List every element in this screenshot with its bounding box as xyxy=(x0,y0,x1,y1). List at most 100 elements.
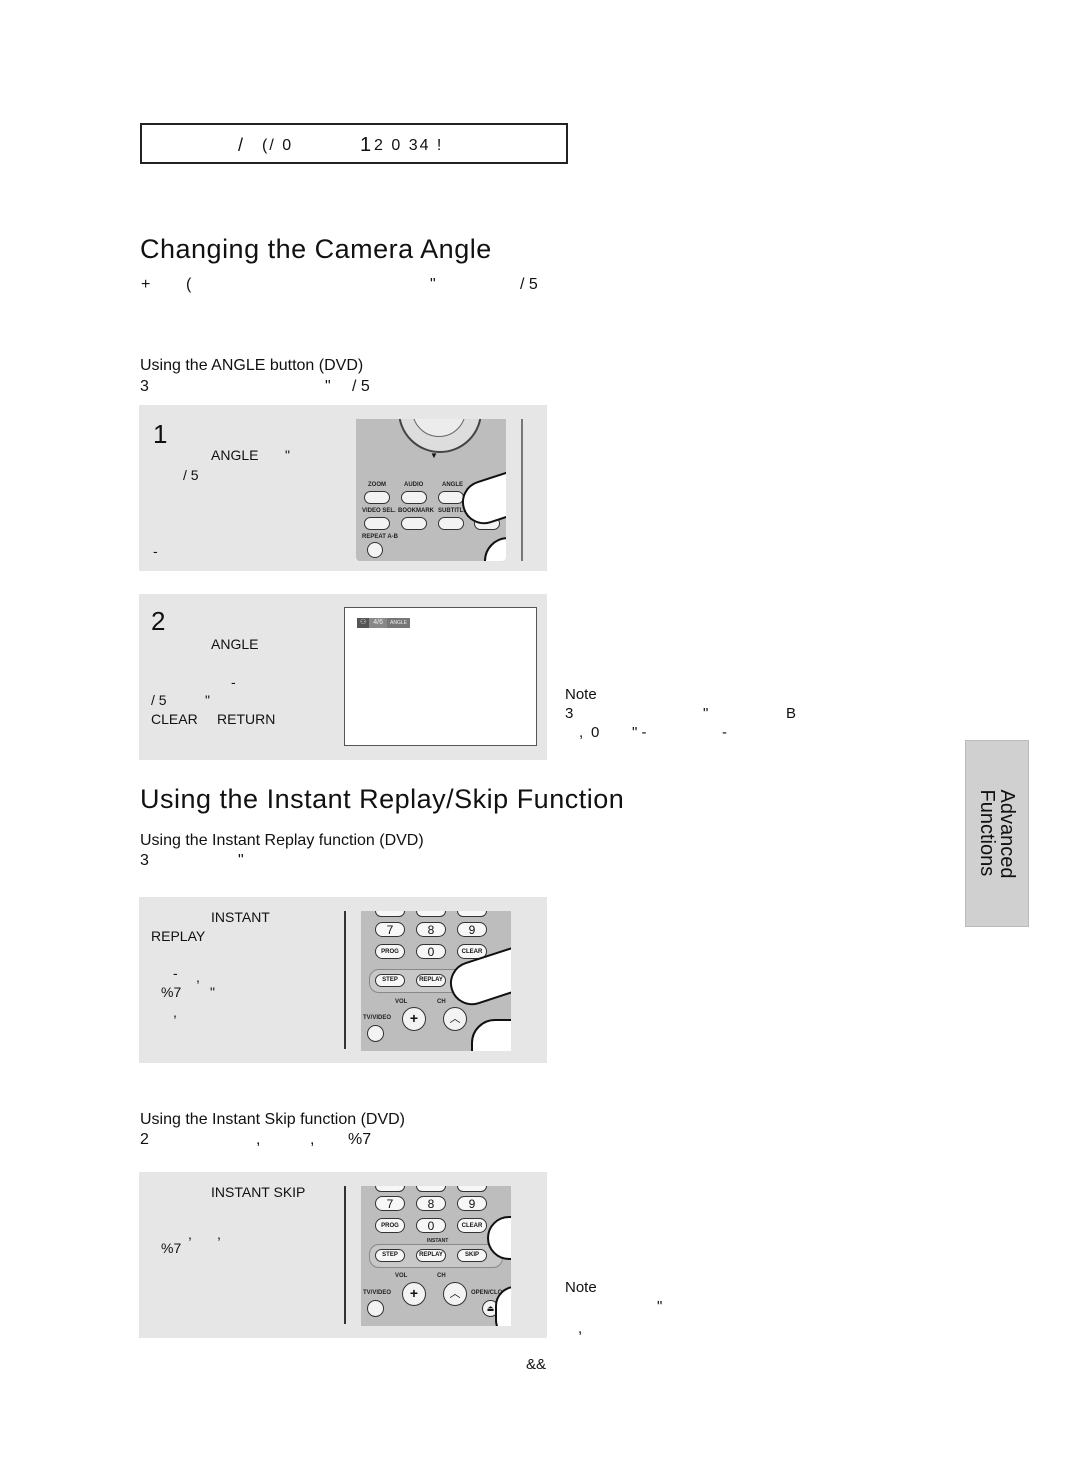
vol-label: VOL xyxy=(395,999,408,1005)
vol-label: VOL xyxy=(395,1273,408,1279)
panel-text: INSTANT SKIP xyxy=(211,1184,306,1200)
remote-label: VIDEO SEL. xyxy=(362,508,396,514)
number-button-0: 0 xyxy=(416,944,446,959)
ch-up-button: ︿ xyxy=(443,1007,467,1031)
camera-angle-icon: ⚇ xyxy=(357,618,370,628)
subheading-instant-replay: Using the Instant Replay function (DVD) xyxy=(140,832,424,849)
side-tab-advanced-functions[interactable]: Advanced Functions xyxy=(965,740,1029,927)
number-button-9: 9 xyxy=(457,922,487,937)
step-1-panel: 1 ANGLE " / 5 - ▼ ZOOM AUDIO ANGLE VIDEO… xyxy=(139,405,547,571)
step-text: / 5 xyxy=(183,467,199,483)
side-tab-line: Functions xyxy=(976,789,998,876)
subtitle-button xyxy=(438,517,464,530)
tv-screen-preview: ⚇ 4/6 ANGLE xyxy=(344,607,537,746)
note-fragment: B xyxy=(786,705,797,722)
number-button-7: 7 xyxy=(375,1196,405,1211)
step-text: ANGLE xyxy=(211,636,259,652)
header-fragment: (/ 0 xyxy=(262,137,294,154)
intro-fragment: ( xyxy=(186,276,192,293)
note-fragment: , xyxy=(579,724,584,741)
remote-illustration: 7 8 9 PROG 0 CLEAR STEP REPLAY VOL CH TV… xyxy=(361,911,511,1051)
prog-button: PROG xyxy=(375,1218,405,1233)
step-button: STEP xyxy=(375,1249,405,1262)
sub-fragment: 3 xyxy=(140,852,149,869)
step-number: 1 xyxy=(153,419,168,449)
audio-button xyxy=(401,491,427,504)
page-number: && xyxy=(526,1356,547,1373)
number-button-0: 0 xyxy=(416,1218,446,1233)
remote-label: ANGLE xyxy=(442,482,463,488)
panel-text: - xyxy=(173,965,178,981)
remote-illustration: ▼ ZOOM AUDIO ANGLE VIDEO SEL. BOOKMARK S… xyxy=(356,419,506,561)
tvvideo-button xyxy=(367,1025,384,1042)
replay-button: REPLAY xyxy=(416,1249,446,1262)
tvvideo-label: TV/VIDEO xyxy=(363,1015,392,1021)
note-fragment: " xyxy=(657,1298,663,1315)
ch-label: CH xyxy=(437,999,446,1005)
note-fragment: " xyxy=(703,705,709,722)
clear-button: CLEAR xyxy=(457,1218,487,1233)
panel-text: , xyxy=(173,1004,177,1020)
step-number: 2 xyxy=(151,606,166,636)
divider xyxy=(344,1186,346,1324)
note-fragment: 3 xyxy=(565,705,574,722)
subheading-instant-skip: Using the Instant Skip function (DVD) xyxy=(140,1111,406,1128)
ch-label: CH xyxy=(437,1273,446,1279)
number-button xyxy=(416,1186,446,1192)
note-title: Note xyxy=(565,1279,597,1296)
step-text: - xyxy=(153,543,158,559)
section-title-instant-replay-skip: Using the Instant Replay/Skip Function xyxy=(140,784,625,814)
zoom-button xyxy=(364,491,390,504)
number-button xyxy=(457,1186,487,1192)
number-button xyxy=(457,911,487,917)
note-fragment: - xyxy=(722,724,727,741)
step-text: ANGLE xyxy=(211,447,259,463)
sub-fragment: " xyxy=(238,852,244,869)
step-text: / 5 xyxy=(151,692,167,708)
panel-text: %7 xyxy=(161,984,182,1000)
note-fragment: 0 xyxy=(591,724,600,741)
remote-label: AUDIO xyxy=(404,482,424,488)
sub-fragment: / 5 xyxy=(352,378,370,395)
panel-text: , xyxy=(217,1226,221,1242)
panel-text: , xyxy=(196,969,200,985)
side-tab-label: Advanced Functions xyxy=(976,789,1018,878)
angle-label: ANGLE xyxy=(387,618,410,628)
note-fragment: , xyxy=(578,1320,583,1337)
panel-text: REPLAY xyxy=(151,928,206,944)
pressing-finger xyxy=(456,462,506,530)
panel-text: INSTANT xyxy=(211,909,270,925)
tvvideo-button xyxy=(367,1300,384,1317)
instant-replay-panel: INSTANT REPLAY - , %7 " , 7 8 9 PROG 0 C… xyxy=(139,897,547,1063)
number-button-8: 8 xyxy=(416,922,446,937)
number-button xyxy=(375,1186,405,1192)
angle-value: 4/6 xyxy=(369,618,388,628)
header-fragment: / xyxy=(238,135,246,155)
sub-fragment: 3 xyxy=(140,378,149,395)
number-button xyxy=(375,911,405,917)
divider xyxy=(344,911,346,1049)
sub-fragment: %7 xyxy=(348,1131,372,1148)
step-text: " xyxy=(285,447,290,463)
sub-fragment: , xyxy=(310,1131,315,1148)
step-text: - xyxy=(231,674,236,690)
intro-fragment: + xyxy=(141,276,151,293)
header-fragment: 1 xyxy=(360,134,374,156)
vol-up-button: + xyxy=(402,1007,426,1031)
thumb xyxy=(484,537,506,561)
prog-button: PROG xyxy=(375,944,405,959)
remote-label: BOOKMARK xyxy=(398,508,434,514)
bookmark-button xyxy=(401,517,427,530)
angle-button xyxy=(438,491,464,504)
remote-illustration: 7 8 9 PROG 0 CLEAR INSTANT STEP REPLAY S… xyxy=(361,1186,511,1326)
step-text: " xyxy=(205,692,210,708)
step-text: RETURN xyxy=(217,711,276,727)
divider xyxy=(521,419,523,561)
skip-button: SKIP xyxy=(457,1249,487,1262)
vol-up-button: + xyxy=(402,1282,426,1306)
number-button xyxy=(416,911,446,917)
step-2-panel: 2 ANGLE - / 5 " CLEAR RETURN ⚇ 4/6 ANGLE xyxy=(139,594,547,760)
step-text: CLEAR xyxy=(151,711,198,727)
ch-up-button: ︿ xyxy=(443,1282,467,1306)
sub-fragment: , xyxy=(256,1131,261,1148)
